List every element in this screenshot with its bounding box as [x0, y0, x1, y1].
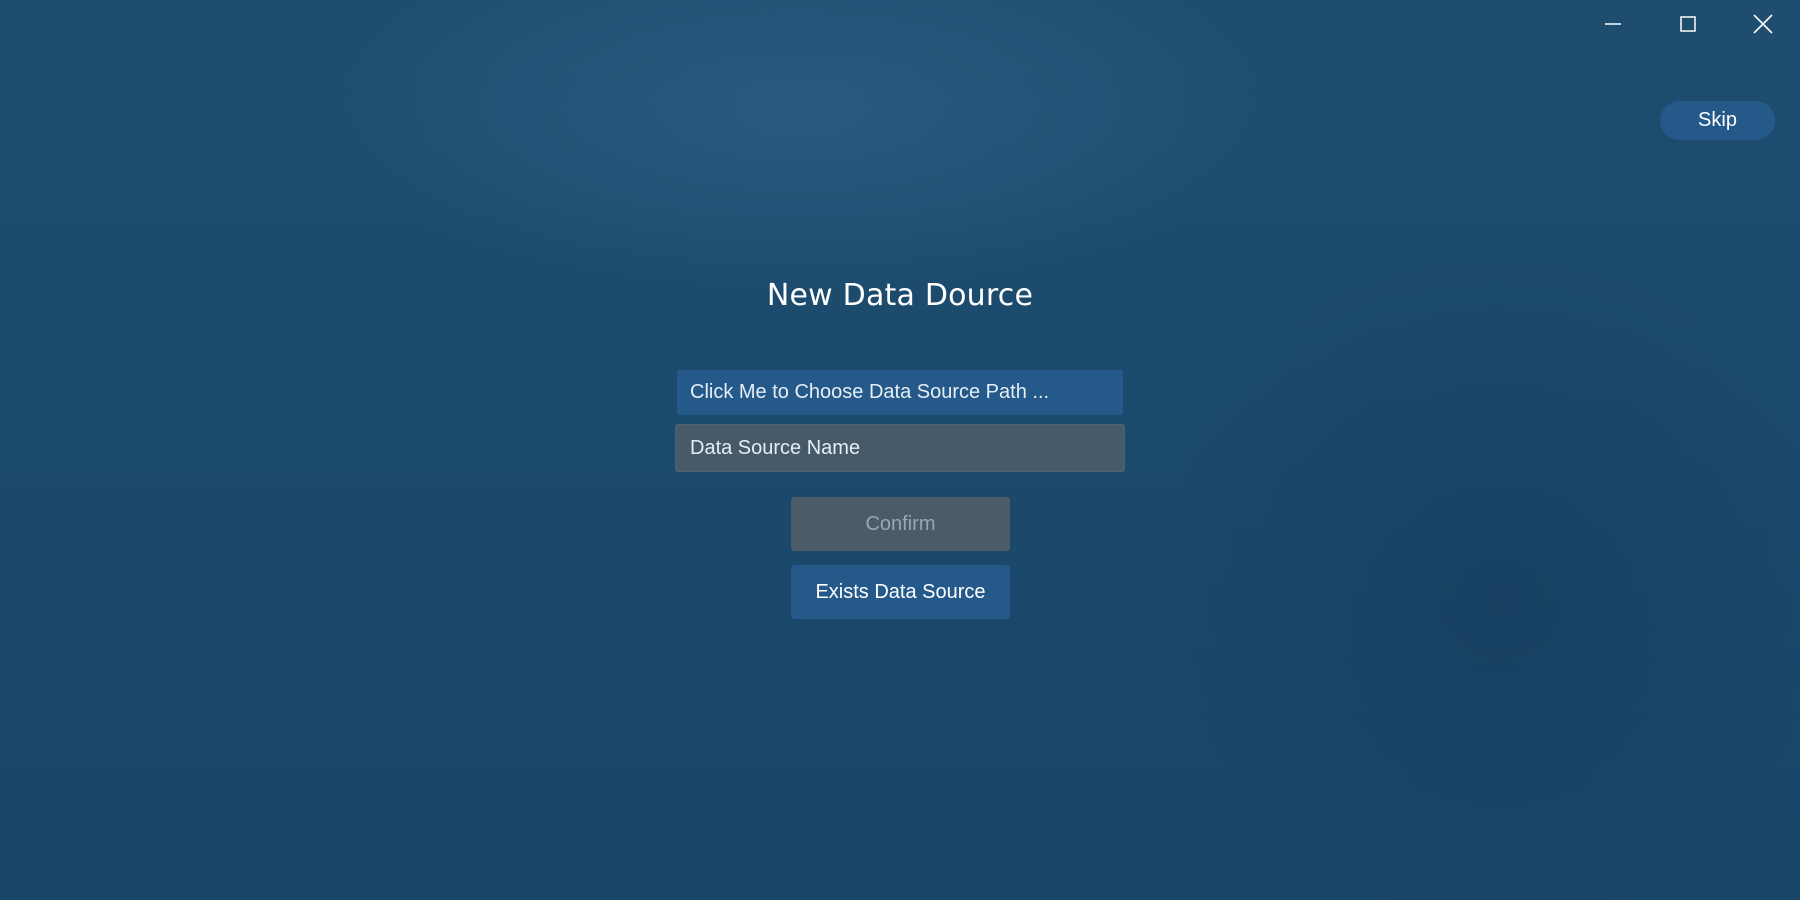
path-chooser-label: Click Me to Choose Data Source Path ... [690, 381, 1050, 403]
page-title: New Data Dource [766, 278, 1034, 313]
close-button[interactable] [1725, 0, 1800, 48]
skip-button[interactable]: Skip [1660, 101, 1775, 140]
close-icon [1752, 13, 1774, 35]
choose-data-source-path-button[interactable]: Click Me to Choose Data Source Path ... [677, 370, 1123, 415]
minimize-icon [1603, 14, 1623, 34]
maximize-icon [1678, 14, 1698, 34]
window-controls [1575, 0, 1800, 48]
confirm-button[interactable]: Confirm [791, 497, 1010, 551]
data-source-name-input[interactable] [675, 424, 1125, 472]
maximize-button[interactable] [1650, 0, 1725, 48]
exists-data-source-button[interactable]: Exists Data Source [791, 565, 1010, 619]
minimize-button[interactable] [1575, 0, 1650, 48]
